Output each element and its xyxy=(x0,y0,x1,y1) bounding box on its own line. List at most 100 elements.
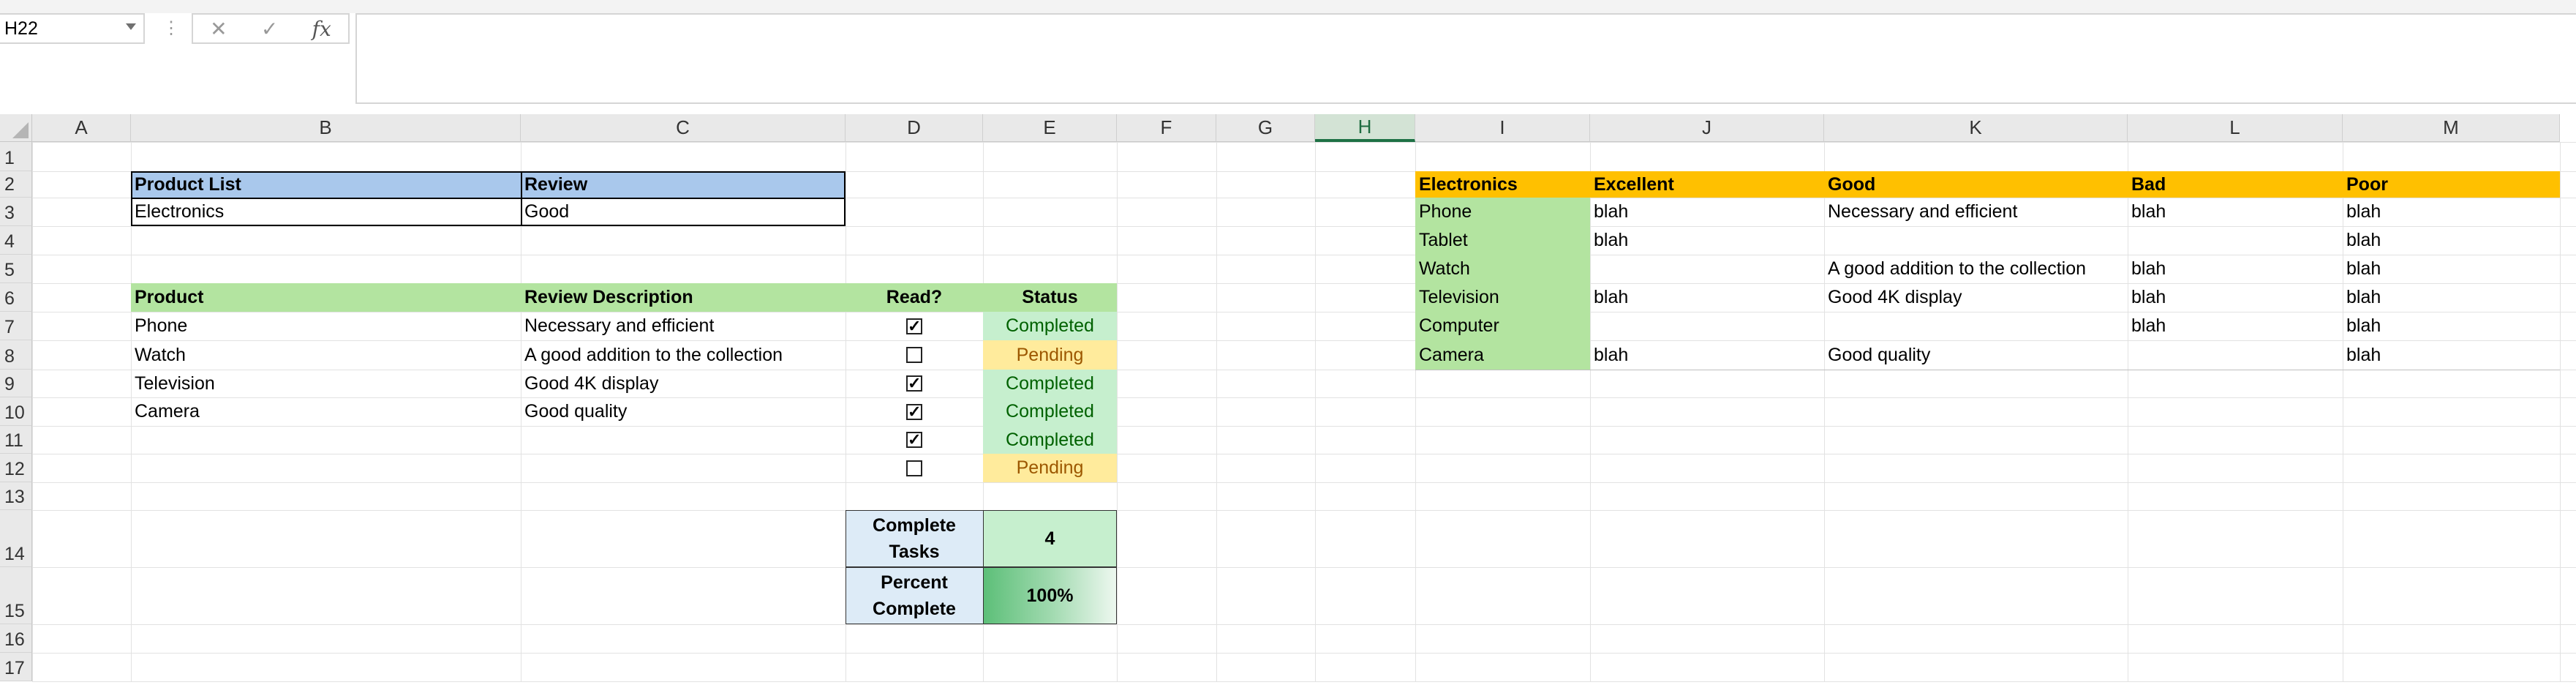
lookup-cell[interactable]: blah xyxy=(2343,340,2560,370)
lookup-cell[interactable]: A good addition to the collection xyxy=(1824,255,2128,283)
lookup-cell[interactable]: blah xyxy=(2128,255,2343,283)
read-checkbox[interactable] xyxy=(906,460,922,476)
row-header-5[interactable]: 5 xyxy=(0,255,32,283)
lookup-cell[interactable]: blah xyxy=(2343,198,2560,226)
column-header-j[interactable]: J xyxy=(1590,114,1824,142)
row-header-4[interactable]: 4 xyxy=(0,226,32,255)
row-header-9[interactable]: 9 xyxy=(0,370,32,397)
lookup-cell[interactable] xyxy=(2128,340,2343,370)
lookup-row-label[interactable]: Computer xyxy=(1415,312,1590,340)
lookup-cell[interactable]: blah xyxy=(2128,198,2343,226)
chevron-down-icon[interactable] xyxy=(126,23,136,30)
name-box[interactable]: H22 xyxy=(0,13,145,44)
enter-icon[interactable]: ✓ xyxy=(261,17,278,41)
select-all-button[interactable] xyxy=(0,114,32,142)
row-header-17[interactable]: 17 xyxy=(0,653,32,681)
column-header-m[interactable]: M xyxy=(2343,114,2560,142)
read-checkbox[interactable]: ✓ xyxy=(906,432,922,448)
lookup-cell[interactable]: Good 4K display xyxy=(1824,283,2128,312)
review-description-header[interactable]: Review Description xyxy=(521,283,846,312)
task-product[interactable]: Television xyxy=(131,370,521,397)
worksheet-grid[interactable]: A B C D E F G H I J K L M 1 2 3 4 5 6 7 8 9 10 11 12 13 14 15 16 17 Pr… xyxy=(0,114,2576,685)
column-header-e[interactable]: E xyxy=(983,114,1117,142)
row-header-8[interactable]: 8 xyxy=(0,340,32,370)
task-status[interactable]: Pending xyxy=(983,340,1117,370)
row-header-15[interactable]: 15 xyxy=(0,567,32,624)
task-product[interactable]: Camera xyxy=(131,397,521,426)
lookup-cell[interactable] xyxy=(2128,226,2343,255)
row-header-12[interactable]: 12 xyxy=(0,454,32,482)
more-options-icon[interactable]: ⋮ xyxy=(162,18,180,39)
row-header-14[interactable]: 14 xyxy=(0,510,32,567)
lookup-row-label[interactable]: Television xyxy=(1415,283,1590,312)
lookup-cell[interactable]: blah xyxy=(1590,283,1824,312)
read-checkbox[interactable] xyxy=(906,347,922,363)
task-description[interactable]: A good addition to the collection xyxy=(521,340,846,370)
column-header-k[interactable]: K xyxy=(1824,114,2128,142)
lookup-cell[interactable] xyxy=(1590,255,1824,283)
row-header-7[interactable]: 7 xyxy=(0,312,32,340)
column-header-i[interactable]: I xyxy=(1415,114,1590,142)
column-header-b[interactable]: B xyxy=(131,114,521,142)
task-product[interactable]: Watch xyxy=(131,340,521,370)
read-checkbox[interactable]: ✓ xyxy=(906,375,922,392)
lookup-cell[interactable]: blah xyxy=(2343,283,2560,312)
task-description[interactable]: Necessary and efficient xyxy=(521,312,846,340)
lookup-cell[interactable]: Necessary and efficient xyxy=(1824,198,2128,226)
lookup-cell[interactable]: blah xyxy=(1590,198,1824,226)
read-header[interactable]: Read? xyxy=(846,283,983,312)
row-header-3[interactable]: 3 xyxy=(0,198,32,226)
insert-function-icon[interactable]: fx xyxy=(312,17,331,41)
task-description[interactable]: Good 4K display xyxy=(521,370,846,397)
task-description[interactable] xyxy=(521,426,846,454)
row-header-16[interactable]: 16 xyxy=(0,624,32,653)
column-header-c[interactable]: C xyxy=(521,114,846,142)
cancel-icon[interactable]: ✕ xyxy=(210,17,227,41)
lookup-row-label[interactable]: Camera xyxy=(1415,340,1590,370)
formula-input[interactable] xyxy=(355,13,2576,104)
lookup-cell[interactable]: blah xyxy=(2128,283,2343,312)
read-checkbox[interactable]: ✓ xyxy=(906,403,922,420)
lookup-header[interactable]: Electronics xyxy=(1415,171,1590,198)
lookup-cell[interactable]: blah xyxy=(2343,226,2560,255)
column-header-a[interactable]: A xyxy=(32,114,131,142)
task-status[interactable]: Completed xyxy=(983,397,1117,426)
lookup-header[interactable]: Bad xyxy=(2128,171,2343,198)
lookup-cell[interactable] xyxy=(1824,226,2128,255)
lookup-row-label[interactable]: Phone xyxy=(1415,198,1590,226)
lookup-row-label[interactable]: Watch xyxy=(1415,255,1590,283)
lookup-cell[interactable] xyxy=(1824,312,2128,340)
task-product[interactable]: Phone xyxy=(131,312,521,340)
row-header-2[interactable]: 2 xyxy=(0,171,32,198)
task-status[interactable]: Completed xyxy=(983,312,1117,340)
task-description[interactable]: Good quality xyxy=(521,397,846,426)
row-header-6[interactable]: 6 xyxy=(0,283,32,312)
lookup-header[interactable]: Poor xyxy=(2343,171,2560,198)
lookup-cell[interactable] xyxy=(1590,312,1824,340)
product-header[interactable]: Product xyxy=(131,283,521,312)
row-header-10[interactable]: 10 xyxy=(0,397,32,426)
column-header-d[interactable]: D xyxy=(846,114,983,142)
row-header-1[interactable]: 1 xyxy=(0,142,32,171)
task-status[interactable]: Completed xyxy=(983,370,1117,397)
column-header-f[interactable]: F xyxy=(1117,114,1216,142)
row-header-13[interactable]: 13 xyxy=(0,482,32,510)
lookup-row-label[interactable]: Tablet xyxy=(1415,226,1590,255)
lookup-cell[interactable]: blah xyxy=(2343,312,2560,340)
column-header-h[interactable]: H xyxy=(1315,114,1415,142)
row-header-11[interactable]: 11 xyxy=(0,426,32,454)
status-header[interactable]: Status xyxy=(983,283,1117,312)
task-product[interactable] xyxy=(131,426,521,454)
lookup-header[interactable]: Good xyxy=(1824,171,2128,198)
lookup-cell[interactable]: blah xyxy=(1590,340,1824,370)
task-product[interactable] xyxy=(131,454,521,482)
task-description[interactable] xyxy=(521,454,846,482)
task-status[interactable]: Pending xyxy=(983,454,1117,482)
task-status[interactable]: Completed xyxy=(983,426,1117,454)
lookup-cell[interactable]: blah xyxy=(1590,226,1824,255)
read-checkbox[interactable]: ✓ xyxy=(906,318,922,334)
lookup-cell[interactable]: blah xyxy=(2128,312,2343,340)
column-header-l[interactable]: L xyxy=(2128,114,2343,142)
lookup-cell[interactable]: blah xyxy=(2343,255,2560,283)
lookup-header[interactable]: Excellent xyxy=(1590,171,1824,198)
